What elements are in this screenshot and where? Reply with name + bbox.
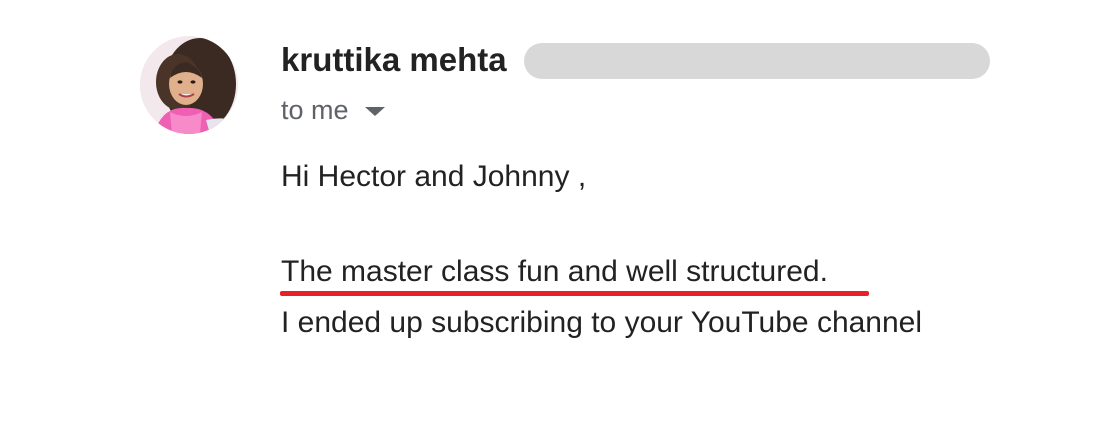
caret-down-icon[interactable] — [364, 106, 385, 116]
highlight-underline — [280, 291, 869, 296]
sender-name[interactable]: kruttika mehta — [281, 41, 507, 79]
message-greeting: Hi Hector and Johnny , — [281, 160, 587, 193]
sender-email-redacted — [524, 43, 990, 79]
sender-avatar[interactable] — [140, 36, 238, 134]
recipient-details-toggle[interactable]: to me — [281, 92, 385, 128]
recipient-label: to me — [281, 94, 349, 125]
sender-header: kruttika mehta — [281, 40, 507, 80]
message-line: The master class fun and well structured… — [281, 255, 828, 288]
avatar-photo — [140, 36, 238, 134]
message-line: I ended up subscribing to your YouTube c… — [281, 306, 923, 339]
